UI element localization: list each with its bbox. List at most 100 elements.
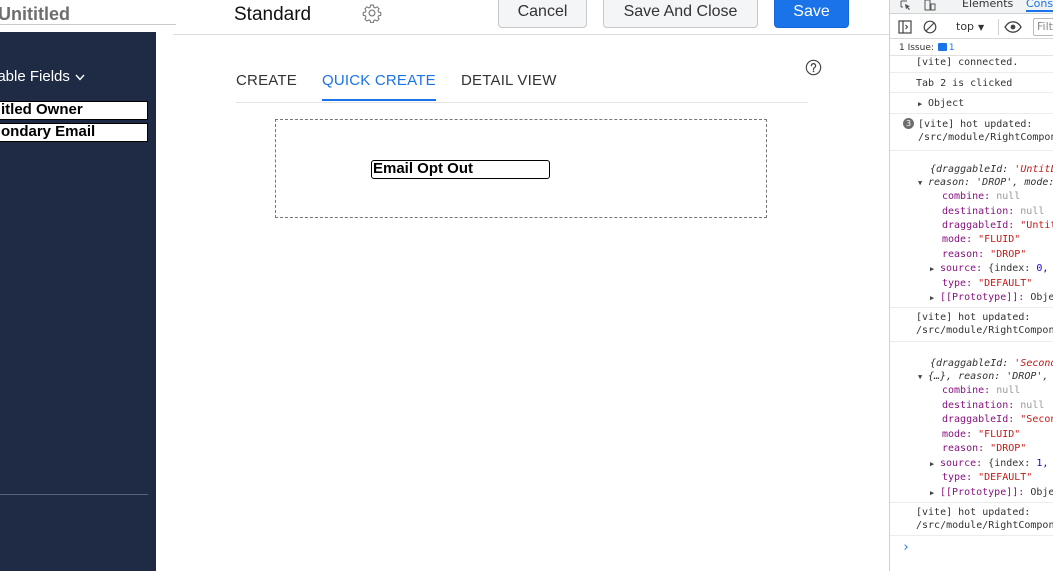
console-prompt[interactable]: › <box>902 540 910 555</box>
console-message: /src/module/RightCompon <box>890 131 1053 144</box>
log-text: /src/module/RightCompon <box>916 520 1053 531</box>
console-object[interactable]: {draggableId: 'UntitL <box>890 163 1053 176</box>
repeat-count-badge: 3 <box>903 118 914 129</box>
log-separator <box>890 150 1053 151</box>
prop-key: mode: <box>942 429 979 440</box>
save-button[interactable]: Save <box>774 0 849 28</box>
expand-triangle-icon[interactable]: ▶ <box>930 263 940 276</box>
expand-triangle-icon[interactable]: ▶ <box>930 292 940 305</box>
eye-icon[interactable] <box>1004 20 1022 34</box>
tab-quick-create[interactable]: QUICK CREATE <box>322 72 436 101</box>
prop-key: mode: <box>942 234 979 245</box>
toolbar-separator <box>998 19 999 35</box>
device-toolbar-icon[interactable] <box>924 0 936 11</box>
prop-key: combine: <box>942 385 997 396</box>
available-fields-toggle[interactable]: lable Fields <box>0 68 86 85</box>
caret-down-icon: ▼ <box>978 23 985 32</box>
prop-value: null <box>996 191 1021 202</box>
prop-line: type: "DEFAULT" <box>890 471 1053 484</box>
prop-value: null <box>1020 206 1045 217</box>
help-icon[interactable] <box>805 59 822 76</box>
expand-triangle-icon[interactable]: ▶ <box>930 458 940 471</box>
log-text: {draggableId: <box>930 358 1015 369</box>
log-separator <box>890 113 1053 114</box>
context-selector[interactable]: top ▼ <box>956 20 984 33</box>
prop-line: mode: "FLUID" <box>890 428 1053 441</box>
prop-line: combine: null <box>890 384 1053 397</box>
console-message: [vite] hot updated: <box>890 506 1053 519</box>
log-text: 'Second <box>1014 358 1053 369</box>
expand-triangle-icon[interactable]: ▶ <box>918 98 928 111</box>
show-sidebar-icon[interactable] <box>898 20 912 34</box>
clear-console-icon[interactable] <box>923 20 937 34</box>
save-and-close-button[interactable]: Save And Close <box>603 0 758 28</box>
prop-line: type: "DEFAULT" <box>890 277 1053 290</box>
tab-create[interactable]: CREATE <box>236 72 297 89</box>
dropped-field-item[interactable]: Email Opt Out <box>371 160 550 179</box>
log-separator <box>890 92 1053 93</box>
prop-line: destination: null <box>890 205 1053 218</box>
prop-value: "DROP" <box>990 249 1027 260</box>
prop-line[interactable]: ▶ source: {index: 1, <box>890 457 1053 471</box>
chevron-down-icon <box>75 74 85 81</box>
sidebar-divider <box>0 494 148 495</box>
console-message: [vite] connected. <box>890 56 1053 69</box>
field-item-label: ondary Email <box>1 123 96 140</box>
console-object[interactable]: ▼ reason: 'DROP', mode: <box>890 176 1053 190</box>
prop-value: Obje <box>1030 292 1053 303</box>
prop-key: [[Prototype]]: <box>940 487 1031 498</box>
prop-value: {index: <box>988 458 1037 469</box>
expand-triangle-icon[interactable]: ▶ <box>930 487 940 500</box>
prop-value: "DEFAULT" <box>978 278 1033 289</box>
layout-title-field[interactable]: Unititled <box>0 0 176 25</box>
prop-line: combine: null <box>890 190 1053 203</box>
console-message: 3 [vite] hot updated: <box>890 118 1053 131</box>
prop-value: Obje <box>1030 487 1053 498</box>
log-text: [vite] connected. <box>916 57 1019 68</box>
prop-line[interactable]: ▶ source: {index: 0, <box>890 262 1053 276</box>
layout-drop-zone[interactable]: Email Opt Out <box>275 119 767 218</box>
console-object[interactable]: {draggableId: 'Second <box>890 357 1053 370</box>
log-text: [vite] hot updated: <box>918 119 1033 130</box>
inspect-element-icon[interactable] <box>900 0 912 11</box>
log-text: Tab 2 is clicked <box>916 78 1013 89</box>
log-text: /src/module/RightCompon <box>916 325 1053 336</box>
log-text: [vite] hot updated: <box>916 507 1031 518</box>
prop-key: reason: <box>942 249 991 260</box>
issues-count: 1 <box>948 43 955 53</box>
prop-line: destination: null <box>890 399 1053 412</box>
log-text: Object <box>928 98 965 109</box>
prop-line[interactable]: ▶ [[Prototype]]: Obje <box>890 291 1053 305</box>
prop-value: "DROP" <box>990 443 1027 454</box>
prop-value: "FLUID" <box>978 234 1021 245</box>
tab-console[interactable]: Conso <box>1026 0 1053 12</box>
cancel-button[interactable]: Cancel <box>498 0 587 28</box>
field-item-secondary-email[interactable]: ondary Email <box>0 123 148 142</box>
log-text: {draggableId: <box>930 164 1015 175</box>
console-filter-input[interactable]: Filt <box>1033 18 1053 36</box>
devtools-panel: Elements Conso top▼ Filt 1 Issue:1 [vite… <box>889 0 1053 571</box>
available-fields-label: lable Fields <box>0 68 70 85</box>
log-separator <box>890 535 1053 536</box>
prop-value: 1, <box>1036 458 1049 469</box>
console-message: Tab 2 is clicked <box>890 77 1053 90</box>
console-object[interactable]: ▼ {…}, reason: 'DROP', <box>890 370 1053 384</box>
log-text: {…}, reason: 'DROP', <box>928 371 1049 382</box>
field-item-owner[interactable]: itled Owner <box>0 101 148 120</box>
log-separator <box>890 502 1053 503</box>
prop-value: {index: <box>988 263 1037 274</box>
prop-value: null <box>1020 400 1045 411</box>
prop-line[interactable]: ▶ [[Prototype]]: Obje <box>890 486 1053 500</box>
gear-icon[interactable] <box>362 3 382 23</box>
collapse-triangle-icon[interactable]: ▼ <box>918 177 928 190</box>
collapse-triangle-icon[interactable]: ▼ <box>918 371 928 384</box>
console-object[interactable]: ▶ Object <box>890 97 1053 111</box>
log-separator <box>890 307 1053 308</box>
devtools-tabbar: Elements Conso <box>890 0 1053 14</box>
issues-bar[interactable]: 1 Issue: 1 <box>890 40 1053 56</box>
field-item-label: itled Owner <box>1 101 83 118</box>
prop-key: source: <box>940 458 989 469</box>
prop-value: "DEFAULT" <box>978 472 1033 483</box>
tab-detail-view[interactable]: DETAIL VIEW <box>461 72 557 89</box>
tab-elements[interactable]: Elements <box>962 0 1013 10</box>
